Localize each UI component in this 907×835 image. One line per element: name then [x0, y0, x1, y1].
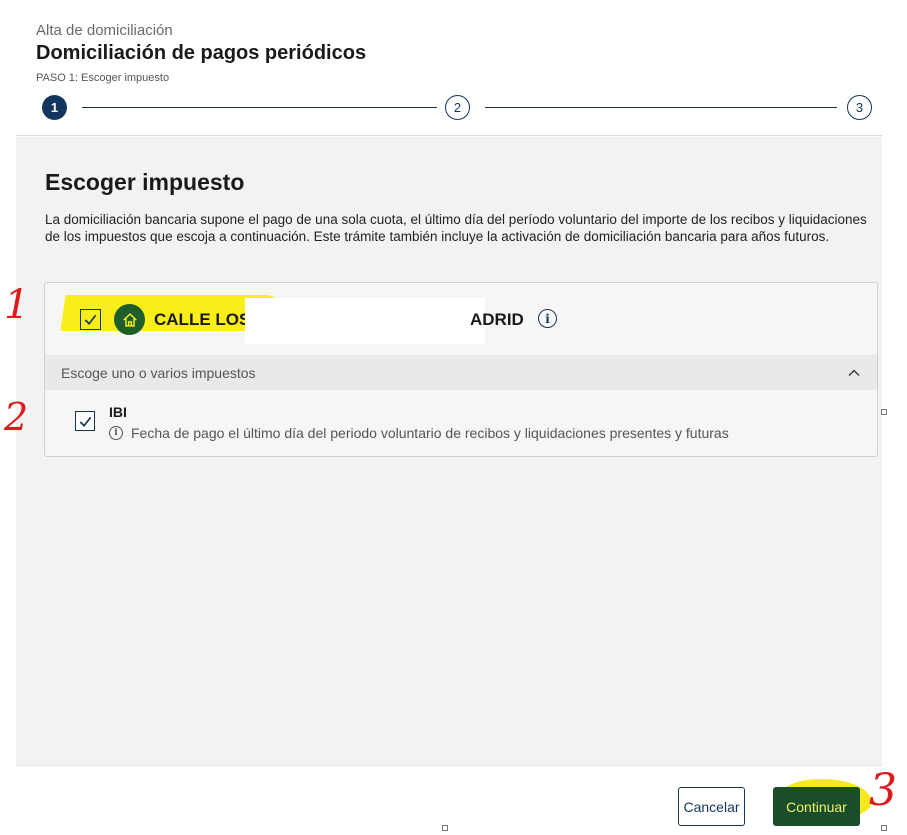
tax-selector-header[interactable]: Escoge uno o varios impuestos [45, 355, 877, 390]
continue-button[interactable]: Continuar [773, 787, 860, 826]
annotation-number-2: 2 [4, 395, 29, 439]
home-icon [114, 304, 145, 335]
info-icon: i [109, 426, 123, 440]
property-card: CALLE LOS ADRID i Escoge uno o varios im… [44, 282, 878, 457]
tax-item-ibi: IBI i Fecha de pago el último día del pe… [45, 390, 877, 456]
section-title: Escoger impuesto [45, 169, 245, 195]
step-3: 3 [847, 95, 872, 120]
wizard-header: Alta de domiciliación Domiciliación de p… [16, 0, 882, 136]
step-1: 1 [42, 95, 67, 120]
page: Alta de domiciliación Domiciliación de p… [0, 0, 907, 835]
step-connector [485, 107, 837, 108]
property-row: CALLE LOS ADRID i [45, 283, 877, 355]
chevron-up-icon[interactable] [847, 366, 861, 380]
step-label: PASO 1: Escoger impuesto [36, 72, 170, 84]
cancel-button[interactable]: Cancelar [678, 787, 745, 826]
main-content: Escoger impuesto La domiciliación bancar… [16, 137, 882, 765]
annotation-number-1: 1 [4, 282, 30, 328]
ibi-checkbox[interactable] [75, 411, 95, 431]
property-address-start: CALLE LOS [154, 310, 251, 329]
wizard-footer: Cancelar Continuar [16, 765, 882, 827]
resize-handle[interactable] [881, 825, 887, 831]
page-kicker: Alta de domiciliación [36, 22, 173, 39]
section-description: La domiciliación bancaria supone el pago… [45, 212, 867, 244]
check-icon [84, 314, 97, 325]
check-icon [79, 416, 91, 427]
property-checkbox[interactable] [80, 309, 101, 330]
step-2: 2 [445, 95, 470, 120]
continue-button-wrap: Continuar [773, 779, 871, 826]
tax-selector-label: Escoge uno o varios impuestos [61, 365, 256, 381]
page-title: Domiciliación de pagos periódicos [36, 42, 367, 64]
tax-info-text: Fecha de pago el último día del periodo … [131, 425, 729, 441]
resize-handle[interactable] [442, 825, 448, 831]
resize-handle[interactable] [881, 409, 887, 415]
property-address-end: ADRID [470, 310, 524, 329]
step-connector [82, 107, 437, 108]
redaction-box [245, 298, 485, 344]
tax-info: i Fecha de pago el último día del period… [109, 425, 729, 441]
tax-name: IBI [109, 404, 127, 420]
stepper: 1 2 3 [42, 95, 874, 121]
info-icon[interactable]: i [538, 309, 557, 328]
annotation-number-3: 3 [869, 765, 897, 816]
